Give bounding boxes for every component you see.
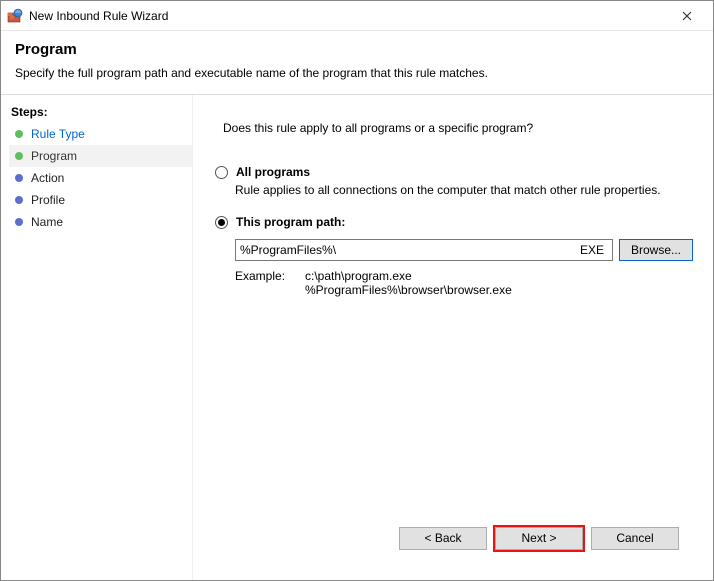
step-profile[interactable]: Profile xyxy=(9,189,192,211)
program-path-row: %ProgramFiles%\ EXE Browse... xyxy=(235,239,693,261)
wizard-window: New Inbound Rule Wizard Program Specify … xyxy=(0,0,714,581)
step-label: Action xyxy=(31,171,64,185)
radio-all-programs[interactable] xyxy=(215,166,228,179)
back-button-label: < Back xyxy=(424,531,461,545)
titlebar: New Inbound Rule Wizard xyxy=(1,1,713,31)
back-button[interactable]: < Back xyxy=(399,527,487,550)
step-rule-type[interactable]: Rule Type xyxy=(9,123,192,145)
step-label: Name xyxy=(31,215,63,229)
cancel-button[interactable]: Cancel xyxy=(591,527,679,550)
question-text: Does this rule apply to all programs or … xyxy=(223,121,693,135)
steps-heading: Steps: xyxy=(11,105,192,119)
main-panel: Does this rule apply to all programs or … xyxy=(193,95,713,580)
program-path-value: %ProgramFiles%\ xyxy=(240,243,336,257)
next-button-label: Next > xyxy=(521,531,556,545)
radio-program-path[interactable] xyxy=(215,216,228,229)
radio-all-programs-label: All programs xyxy=(236,165,310,179)
step-bullet-icon xyxy=(15,218,23,226)
step-bullet-icon xyxy=(15,152,23,160)
program-path-ext-hint: EXE xyxy=(580,243,608,257)
window-title: New Inbound Rule Wizard xyxy=(29,9,667,23)
cancel-button-label: Cancel xyxy=(616,531,653,545)
step-program[interactable]: Program xyxy=(9,145,192,167)
browse-button[interactable]: Browse... xyxy=(619,239,693,261)
step-label: Rule Type xyxy=(31,127,85,141)
firewall-icon xyxy=(7,8,23,24)
example-label: Example: xyxy=(235,269,305,297)
browse-button-label: Browse... xyxy=(631,243,681,257)
next-button[interactable]: Next > xyxy=(495,527,583,550)
steps-sidebar: Steps: Rule Type Program Action Profile … xyxy=(1,95,193,580)
step-bullet-icon xyxy=(15,196,23,204)
step-bullet-icon xyxy=(15,174,23,182)
option-all-programs-row: All programs xyxy=(215,165,693,179)
option-program-path-row: This program path: xyxy=(215,215,693,229)
step-name[interactable]: Name xyxy=(9,211,192,233)
radio-program-path-label: This program path: xyxy=(236,215,345,229)
wizard-body: Steps: Rule Type Program Action Profile … xyxy=(1,94,713,580)
page-subtitle: Specify the full program path and execut… xyxy=(15,66,699,80)
radio-all-programs-desc: Rule applies to all connections on the c… xyxy=(235,183,693,197)
example-block: Example: c:\path\program.exe %ProgramFil… xyxy=(235,269,693,297)
close-button[interactable] xyxy=(667,2,707,30)
step-bullet-icon xyxy=(15,130,23,138)
step-label: Profile xyxy=(31,193,65,207)
wizard-footer: < Back Next > Cancel xyxy=(213,514,693,562)
page-title: Program xyxy=(15,41,699,58)
step-label: Program xyxy=(31,149,77,163)
program-path-input[interactable]: %ProgramFiles%\ EXE xyxy=(235,239,613,261)
example-paths: c:\path\program.exe %ProgramFiles%\brows… xyxy=(305,269,512,297)
wizard-header: Program Specify the full program path an… xyxy=(1,31,713,94)
step-action[interactable]: Action xyxy=(9,167,192,189)
